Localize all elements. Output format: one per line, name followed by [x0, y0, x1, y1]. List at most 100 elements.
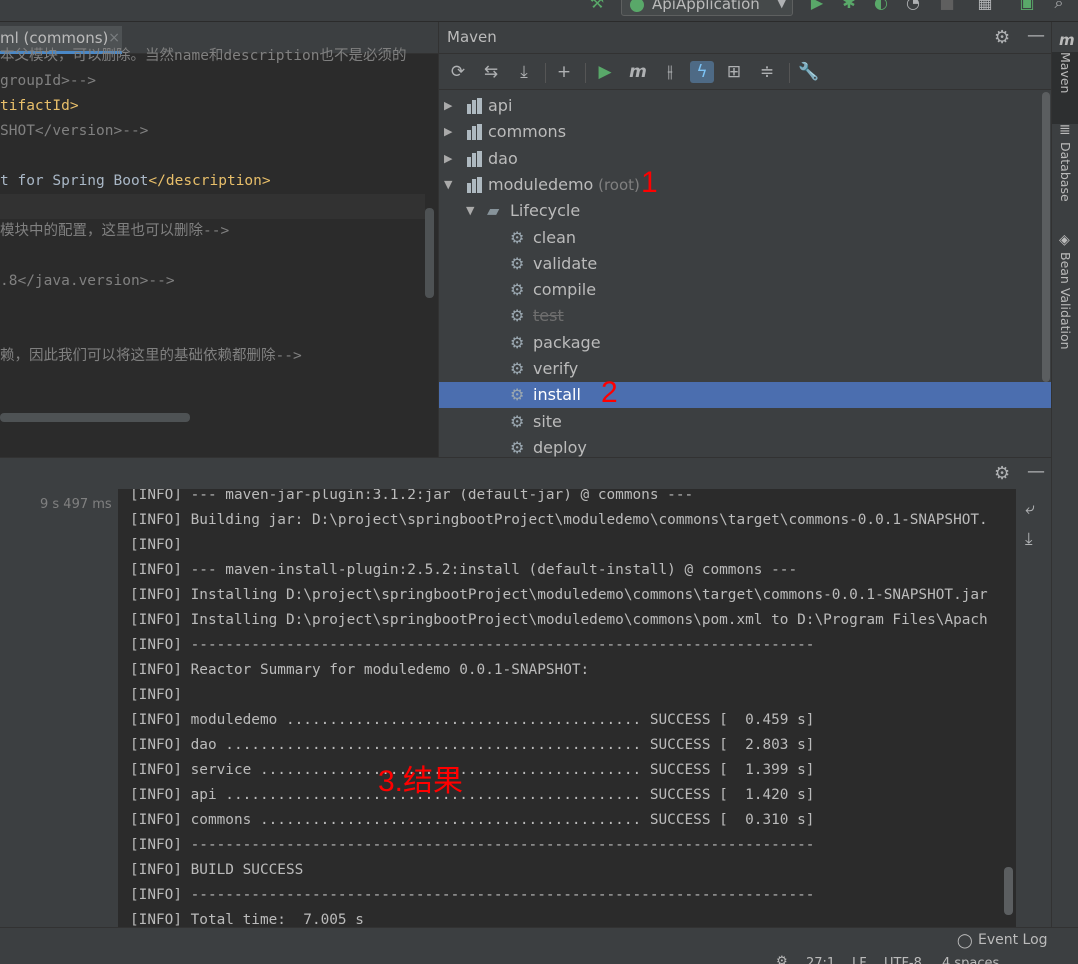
- minimize-icon[interactable]: —: [1027, 461, 1045, 482]
- tree-item-verify[interactable]: ⚙ verify: [439, 356, 1051, 382]
- editor-vertical-scrollbar[interactable]: [425, 208, 434, 298]
- toolbar-separator: [545, 63, 546, 83]
- profile-icon[interactable]: ◔: [904, 0, 922, 12]
- tree-item-install[interactable]: ⚙ install: [439, 382, 1051, 408]
- log-line: [INFO] ---------------------------------…: [130, 887, 815, 903]
- hammer-icon[interactable]: ⚒: [588, 0, 606, 12]
- tree-item-clean[interactable]: ⚙ clean: [439, 225, 1051, 251]
- lifecycle-folder-icon: ▰: [487, 201, 500, 220]
- wrench-icon[interactable]: 🔧: [797, 61, 821, 83]
- chevron-down-icon[interactable]: ▼: [444, 172, 452, 198]
- execute-maven-goal-icon[interactable]: m: [626, 61, 650, 83]
- side-tab-database[interactable]: Database: [1052, 142, 1078, 237]
- run-configuration-select[interactable]: ApiApplication ▼: [621, 0, 793, 16]
- caret-position[interactable]: 27:1: [806, 956, 835, 964]
- tree-item-label: moduledemo (root): [488, 175, 640, 194]
- elapsed-time: 9 s 497 ms: [40, 497, 112, 512]
- maven-tool-window: Maven ⚙ — ⟳ ⇆ ⤓ + ▶ m ⫲ ϟ ⊞ ≑ 🔧 ▶ api ▶ com…: [438, 22, 1051, 457]
- stop-icon[interactable]: ■: [938, 0, 956, 12]
- tree-item-site[interactable]: ⚙ site: [439, 409, 1051, 435]
- chevron-down-icon[interactable]: ▼: [466, 198, 474, 224]
- tree-item-api[interactable]: ▶ api: [439, 93, 1051, 119]
- tree-item-commons[interactable]: ▶ commons: [439, 119, 1051, 145]
- chevron-down-icon: ▼: [777, 0, 786, 10]
- reload-icon[interactable]: ⟳: [446, 61, 470, 83]
- terminal-icon[interactable]: ▣: [1018, 0, 1036, 12]
- file-encoding[interactable]: UTF-8: [884, 956, 922, 964]
- minimize-icon[interactable]: —: [1027, 25, 1045, 46]
- line-separator[interactable]: LF: [852, 956, 867, 964]
- structure-icon[interactable]: ▦: [976, 0, 994, 12]
- tree-item-lifecycle[interactable]: ▼ ▰ Lifecycle: [439, 198, 1051, 224]
- log-line: [INFO] ---------------------------------…: [130, 637, 815, 653]
- log-line: [INFO] Reactor Summary for moduledemo 0.…: [130, 662, 590, 678]
- tree-item-test[interactable]: ⚙ test: [439, 303, 1051, 329]
- build-tree-pane: 9 s 497 ms: [0, 489, 118, 927]
- side-tab-maven[interactable]: Maven: [1052, 52, 1078, 124]
- debug-icon[interactable]: ✱: [840, 0, 858, 12]
- download-icon[interactable]: ⤓: [512, 61, 536, 83]
- console-output[interactable]: [INFO] --- maven-jar-plugin:3.1.2:jar (d…: [118, 489, 1016, 927]
- tree-item-label: deploy: [533, 438, 587, 457]
- scroll-to-end-icon[interactable]: ⤓: [1025, 529, 1033, 549]
- chevron-right-icon[interactable]: ▶: [444, 119, 452, 145]
- tree-item-label: test: [533, 306, 564, 325]
- root-suffix: (root): [593, 176, 640, 194]
- log-line: [INFO]: [130, 687, 182, 703]
- tree-item-moduledemo[interactable]: ▼ moduledemo (root): [439, 172, 1051, 198]
- goal-gear-icon: ⚙: [510, 228, 525, 247]
- code-line: t for Spring Boot</description>: [0, 169, 271, 194]
- maven-module-icon: [467, 124, 483, 140]
- side-tab-bean-validation[interactable]: Bean Validation: [1052, 252, 1078, 382]
- generate-sources-icon[interactable]: ⇆: [479, 61, 503, 83]
- skip-tests-icon[interactable]: ϟ: [690, 61, 714, 83]
- toolbar-separator: [585, 63, 586, 83]
- chevron-right-icon[interactable]: ▶: [444, 146, 452, 172]
- goal-gear-icon: ⚙: [510, 412, 525, 431]
- tree-item-label: api: [488, 96, 513, 115]
- run-panel-header: ⚙ —: [0, 457, 1051, 489]
- add-icon[interactable]: +: [552, 61, 576, 83]
- chevron-right-icon[interactable]: ▶: [444, 93, 452, 119]
- log-line: [INFO] moduledemo ......................…: [130, 712, 815, 728]
- maven-title: Maven: [447, 28, 497, 46]
- code-line: tifactId>: [0, 94, 79, 119]
- code-editor[interactable]: ml (commons) × 本父模块，可以删除。当然name和descript…: [0, 22, 438, 427]
- maven-module-icon: [467, 177, 483, 193]
- log-line: [INFO] api .............................…: [130, 787, 815, 803]
- run-configuration-label: ApiApplication: [652, 0, 760, 13]
- run-icon[interactable]: ▶: [808, 0, 826, 12]
- code-text: .8</java.version>-->: [0, 273, 175, 289]
- tree-item-dao[interactable]: ▶ dao: [439, 146, 1051, 172]
- collapse-all-icon[interactable]: ≑: [755, 61, 779, 83]
- tree-item-compile[interactable]: ⚙ compile: [439, 277, 1051, 303]
- goal-gear-icon: ⚙: [510, 359, 525, 378]
- annotation-3: 3.结果: [378, 765, 464, 798]
- goal-gear-icon: ⚙: [510, 385, 525, 404]
- show-dependencies-icon[interactable]: ⊞: [722, 61, 746, 83]
- soft-wrap-icon[interactable]: ⤶: [1025, 499, 1035, 519]
- console-vertical-scrollbar[interactable]: [1004, 867, 1013, 915]
- search-icon[interactable]: ⌕: [1050, 0, 1068, 12]
- annotation-2: 2: [601, 376, 618, 409]
- event-log-button[interactable]: Event Log: [978, 932, 1048, 948]
- gear-icon[interactable]: ⚙: [994, 27, 1010, 48]
- tree-item-deploy[interactable]: ⚙ deploy: [439, 435, 1051, 457]
- toggle-offline-icon[interactable]: ⫲: [658, 61, 682, 83]
- code-line: 模块中的配置，这里也可以删除-->: [0, 219, 229, 244]
- maven-module-icon: [467, 98, 483, 114]
- tree-item-validate[interactable]: ⚙ validate: [439, 251, 1051, 277]
- maven-vertical-scrollbar[interactable]: [1042, 92, 1050, 382]
- log-line: [INFO]: [130, 537, 182, 553]
- editor-horizontal-scrollbar[interactable]: [0, 413, 190, 422]
- indent-setting[interactable]: 4 spaces: [942, 956, 999, 964]
- tree-item-label: clean: [533, 228, 577, 247]
- coverage-icon[interactable]: ◐: [872, 0, 890, 12]
- tree-item-package[interactable]: ⚙ package: [439, 330, 1051, 356]
- toolbar-separator: [789, 63, 790, 83]
- code-text: SHOT</version>-->: [0, 123, 149, 139]
- gear-icon[interactable]: ⚙: [994, 463, 1010, 484]
- log-line: [INFO] --- maven-jar-plugin:3.1.2:jar (d…: [130, 489, 694, 503]
- maven-tab-icon: m: [1059, 31, 1075, 49]
- run-goal-icon[interactable]: ▶: [593, 61, 617, 83]
